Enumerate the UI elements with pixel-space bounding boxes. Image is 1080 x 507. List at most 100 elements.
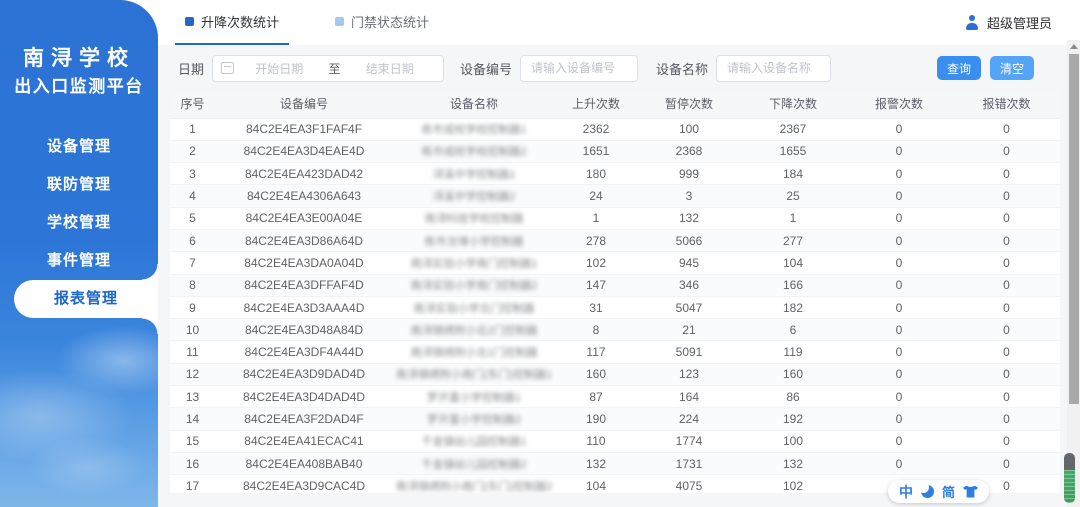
sidebar-item-event-management[interactable]: 事件管理 [0, 242, 158, 280]
column-header: 报警次数 [845, 90, 953, 119]
end-date-input[interactable]: 结束日期 [345, 60, 436, 77]
device-name-cell: 罗开富小学控制器1 [393, 385, 555, 409]
error-count-cell: 0 [953, 274, 1060, 297]
date-range-input[interactable]: 开始日期 至 结束日期 [212, 54, 445, 82]
scrollbar-up-arrow-icon[interactable] [1069, 44, 1078, 49]
pause-count-cell: 3 [637, 184, 741, 208]
table-row: 2 84C2E4EA3D4EAE4D 练市成校学校控制器2 1651 2368 1655 0… [170, 140, 1060, 164]
start-date-input[interactable]: 开始日期 [234, 60, 325, 77]
alarm-count-cell: 0 [845, 251, 953, 275]
device-name-cell: 南浔实验小学南门控制器1 [393, 251, 555, 275]
device-name-cell: 南浔锦绣附小北2门控制器 [393, 318, 555, 342]
error-count-cell: 0 [953, 140, 1060, 164]
rise-count-cell: 24 [555, 184, 637, 208]
tab-bar: 升降次数统计 门禁状态统计 超级管理员 [158, 0, 1080, 45]
error-count-cell: 0 [953, 340, 1060, 364]
descend-count-cell: 192 [741, 407, 845, 431]
descend-count-cell: 2367 [741, 118, 845, 141]
row-index: 3 [170, 162, 215, 186]
rise-count-cell: 31 [555, 296, 637, 320]
date-label: 日期 [178, 61, 205, 77]
filter-buttons: 查询 清空 [936, 56, 1034, 80]
device-name-cell: 千金镇幼儿园控制器2 [393, 452, 555, 476]
descend-count-cell: 6 [741, 318, 845, 342]
shirt-skin-icon[interactable] [963, 485, 979, 498]
tab-label: 门禁状态统计 [351, 15, 430, 30]
descend-count-cell: 166 [741, 274, 845, 297]
table-row: 9 84C2E4EA3D3AAA4D 南浔实验小学北门控制器 31 5047 182 0 0 [170, 296, 1060, 320]
device-code-cell: 84C2E4EA3DFFAF4D [215, 274, 393, 297]
sidebar: 南浔学校 出入口监测平台 设备管理 联防管理 学校管理 事件管理 报表管理 [0, 0, 158, 507]
table-body: 1 84C2E4EA3F1FAF4F 练市成校学校控制器1 2362 100 2367 0 0… [170, 118, 1060, 493]
error-count-cell: 0 [953, 118, 1060, 141]
table-row: 4 84C2E4EA4306A643 浔溪中学控制器2 24 3 25 0 0 [170, 184, 1060, 208]
clear-button[interactable]: 清空 [989, 56, 1034, 80]
tab-lift-count-statistics[interactable]: 升降次数统计 [175, 0, 290, 45]
user-info[interactable]: 超级管理员 [965, 13, 1052, 32]
sidebar-item-joint-defense-management[interactable]: 联防管理 [0, 166, 158, 204]
rise-count-cell: 104 [555, 474, 637, 493]
column-header: 报错次数 [953, 90, 1060, 119]
alarm-count-cell: 0 [845, 318, 953, 342]
table-row: 1 84C2E4EA3F1FAF4F 练市成校学校控制器1 2362 100 2367 0 0 [170, 118, 1060, 141]
error-count-cell: 0 [953, 318, 1060, 342]
scrollbar-thumb[interactable] [1068, 54, 1079, 404]
device-name-cell: 南浔锦绣附小北1门控制器 [393, 340, 555, 364]
descend-count-cell: 277 [741, 229, 845, 253]
descend-count-cell: 160 [741, 363, 845, 387]
moon-icon[interactable] [918, 482, 934, 498]
descend-count-cell: 25 [741, 184, 845, 208]
device-code-cell: 84C2E4EA3D3AAA4D [215, 296, 393, 320]
device-name-cell: 南浔实验小学南门控制器2 [393, 274, 555, 297]
device-code-cell: 84C2E4EA3F1FAF4F [215, 118, 393, 141]
device-name-label: 设备名称 [656, 61, 709, 77]
alarm-count-cell: 0 [845, 162, 953, 186]
column-header: 设备名称 [393, 90, 555, 119]
sidebar-item-school-management[interactable]: 学校管理 [0, 204, 158, 242]
alarm-count-cell: 0 [845, 184, 953, 208]
device-name-cell: 南浔锦绣附小南门(东门)控制器2 [393, 474, 555, 493]
column-header: 序号 [170, 90, 215, 119]
alarm-count-cell: 0 [845, 207, 953, 230]
rise-count-cell: 87 [555, 385, 637, 409]
ime-language-mode[interactable]: 中 [899, 482, 913, 502]
device-code-cell: 84C2E4EA3D4EAE4D [215, 140, 393, 164]
table-header-row: 序号 设备编号 设备名称 上升次数 暂停次数 下降次数 报警次数 报错次数 [170, 90, 1060, 119]
tab-access-status-statistics[interactable]: 门禁状态统计 [325, 0, 439, 45]
device-code-cell: 84C2E4EA408BAB40 [215, 452, 393, 476]
pause-count-cell: 164 [637, 385, 741, 409]
device-name-input[interactable] [716, 54, 832, 82]
descend-count-cell: 132 [741, 452, 845, 476]
row-index: 6 [170, 229, 215, 253]
rise-count-cell: 8 [555, 318, 637, 342]
vertical-scrollbar[interactable] [1067, 40, 1080, 507]
table-row: 15 84C2E4EA41ECAC41 千金镇幼儿园控制器1 110 1774 100 0 0 [170, 430, 1060, 453]
floating-pen-widget[interactable] [1064, 453, 1075, 503]
table-row: 8 84C2E4EA3DFFAF4D 南浔实验小学南门控制器2 147 346 166 0 0 [170, 274, 1060, 297]
rise-count-cell: 117 [555, 340, 637, 364]
sidebar-item-device-management[interactable]: 设备管理 [0, 128, 158, 166]
row-index: 14 [170, 407, 215, 431]
device-code-input[interactable] [520, 54, 639, 82]
pause-count-cell: 5047 [637, 296, 741, 320]
row-index: 17 [170, 474, 215, 493]
sidebar-nav: 设备管理 联防管理 学校管理 事件管理 报表管理 [0, 128, 158, 334]
device-name-cell: 南浔锦绣附小南门(东门)控制器1 [393, 363, 555, 387]
table-row: 11 84C2E4EA3DF4A44D 南浔锦绣附小北1门控制器 117 5091 119… [170, 340, 1060, 364]
ime-toolbar[interactable]: 中 简 [888, 480, 990, 503]
row-index: 1 [170, 118, 215, 141]
descend-count-cell: 102 [741, 474, 845, 493]
rise-count-cell: 1651 [555, 140, 637, 164]
alarm-count-cell: 0 [845, 140, 953, 164]
date-range-separator: 至 [328, 61, 341, 76]
sidebar-item-report-management[interactable]: 报表管理 [14, 264, 158, 334]
error-count-cell: 0 [953, 251, 1060, 275]
row-index: 16 [170, 452, 215, 476]
row-index: 7 [170, 251, 215, 275]
rise-count-cell: 1 [555, 207, 637, 230]
descend-count-cell: 104 [741, 251, 845, 275]
alarm-count-cell: 0 [845, 452, 953, 476]
ime-simplified-mode[interactable]: 简 [942, 482, 955, 501]
pause-count-cell: 224 [637, 407, 741, 431]
search-button[interactable]: 查询 [936, 56, 981, 80]
